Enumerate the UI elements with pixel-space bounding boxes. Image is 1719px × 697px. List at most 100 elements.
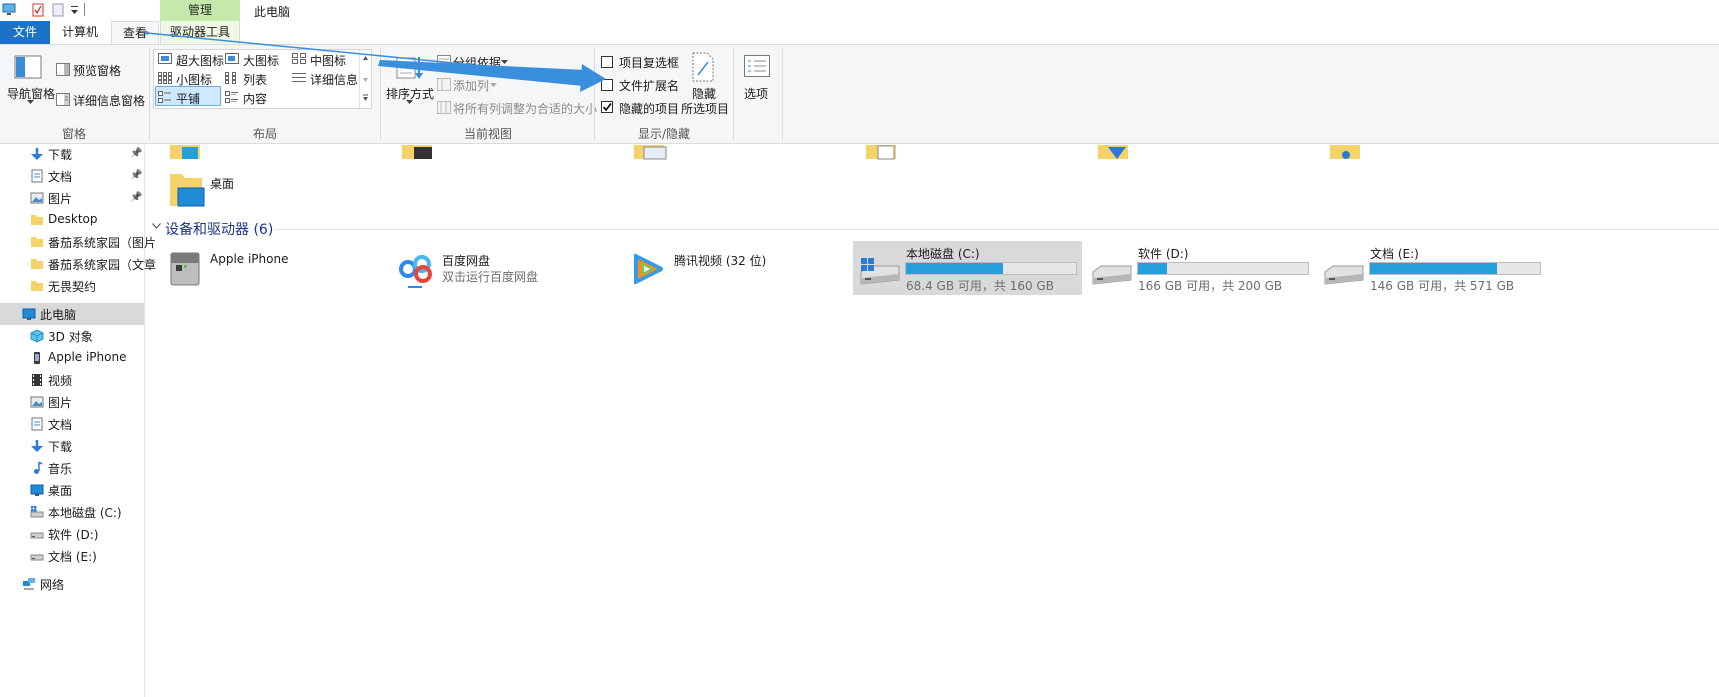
- nav-this-pc[interactable]: 此电脑: [0, 303, 144, 325]
- nav-pc-item[interactable]: 软件 (D:): [0, 523, 144, 545]
- preview-pane-button[interactable]: 预览窗格: [73, 62, 121, 79]
- item-checkboxes-checkbox[interactable]: [601, 56, 613, 68]
- desktop-folder-icon[interactable]: [168, 170, 206, 210]
- pictures-folder-icon[interactable]: [632, 145, 668, 161]
- drive-name[interactable]: 文档 (E:): [1370, 245, 1419, 262]
- nav-pc-item[interactable]: 本地磁盘 (C:): [0, 501, 144, 523]
- layout-list[interactable]: 列表: [243, 71, 267, 88]
- group-by-button[interactable]: 分组依据: [453, 54, 501, 71]
- customize-toolbar-icon[interactable]: [70, 4, 80, 16]
- drive-name[interactable]: 本地磁盘 (C:): [906, 245, 980, 262]
- content-icon: [225, 91, 241, 104]
- system-drive-icon[interactable]: [857, 256, 901, 288]
- music-folder-icon[interactable]: [1328, 145, 1364, 161]
- video-icon: [30, 373, 44, 387]
- nav-quick-item[interactable]: 无畏契约: [0, 275, 144, 297]
- nav-item-label: Apple iPhone: [48, 350, 127, 364]
- devices-group-header[interactable]: 设备和驱动器 (6): [165, 219, 273, 239]
- new-folder-icon[interactable]: [52, 3, 64, 17]
- desktop-folder-label[interactable]: 桌面: [210, 175, 234, 192]
- layout-tiles[interactable]: 平铺: [176, 90, 200, 107]
- phone-device-icon[interactable]: [168, 249, 202, 287]
- device-name-baidu-netdisk[interactable]: 百度网盘: [442, 252, 490, 269]
- group-header-line: [275, 229, 1719, 230]
- nav-pc-item[interactable]: 下载: [0, 435, 144, 457]
- nav-pc-item[interactable]: 文档 (E:): [0, 545, 144, 567]
- context-header: 管理: [160, 0, 240, 21]
- drive-usage-bar: [1369, 262, 1541, 275]
- nav-quick-item[interactable]: 番茄系统家园（文章: [0, 253, 156, 275]
- layout-small-icons[interactable]: 小图标: [176, 71, 212, 88]
- device-name-tencent-video[interactable]: 腾讯视频 (32 位): [674, 252, 766, 269]
- group-label-panes: 窗格: [62, 127, 87, 141]
- nav-quick-item[interactable]: 下载 📌: [0, 143, 144, 165]
- nav-pc-item[interactable]: 文档: [0, 413, 144, 435]
- documents-folder-icon[interactable]: [864, 145, 900, 161]
- layout-extra-large-icons[interactable]: 超大图标: [176, 52, 224, 69]
- group-label-current-view: 当前视图: [464, 127, 513, 141]
- navigation-pane-icon[interactable]: [14, 55, 42, 79]
- hard-drive-icon[interactable]: [1089, 256, 1133, 288]
- layout-details[interactable]: 详细信息: [310, 71, 358, 88]
- picture-icon: [30, 395, 44, 409]
- hide-selected-line2[interactable]: 所选项目: [681, 100, 729, 117]
- nav-item-label: 图片: [48, 192, 73, 206]
- drive-free-space: 146 GB 可用，共 571 GB: [1370, 279, 1515, 293]
- properties-icon[interactable]: [32, 3, 44, 17]
- video-folder-icon[interactable]: [400, 145, 436, 161]
- baidu-netdisk-icon[interactable]: [398, 252, 434, 290]
- layout-large-icons[interactable]: 大图标: [243, 52, 279, 69]
- details-pane-button[interactable]: 详细信息窗格: [73, 92, 145, 109]
- details-pane-icon: [56, 93, 70, 106]
- nav-quick-item[interactable]: Desktop: [0, 209, 144, 231]
- collapse-chevron-icon[interactable]: [152, 223, 161, 229]
- layout-content[interactable]: 内容: [243, 90, 267, 107]
- size-all-columns-button[interactable]: 将所有列调整为合适的大小: [453, 100, 597, 117]
- nav-pc-item[interactable]: 音乐: [0, 457, 144, 479]
- tab-view[interactable]: 查看: [111, 21, 159, 45]
- nav-pc-item[interactable]: 3D 对象: [0, 325, 144, 347]
- sort-by-icon: [396, 54, 424, 80]
- document-icon: [30, 417, 44, 431]
- options-button[interactable]: 选项: [744, 85, 768, 102]
- tab-drive-tools[interactable]: 驱动器工具: [160, 21, 240, 44]
- add-columns-button[interactable]: 添加列: [453, 77, 489, 94]
- drive-icon: [30, 527, 44, 541]
- hard-drive-icon[interactable]: [1321, 256, 1365, 288]
- file-extensions-checkbox[interactable]: [601, 79, 613, 91]
- music-icon: [30, 461, 44, 475]
- drive-name[interactable]: 软件 (D:): [1138, 245, 1188, 262]
- nav-pc-item[interactable]: Apple iPhone: [0, 347, 144, 369]
- nav-pc-item[interactable]: 桌面: [0, 479, 144, 501]
- chevron-down-icon: [501, 60, 508, 64]
- nav-quick-item[interactable]: 图片 📌: [0, 187, 144, 209]
- small-icons-icon: [158, 72, 174, 85]
- layout-medium-icons[interactable]: 中图标: [310, 52, 346, 69]
- computer-icon[interactable]: [2, 3, 16, 16]
- hidden-items-checkbox[interactable]: [601, 101, 613, 113]
- nav-network[interactable]: 网络: [0, 573, 144, 595]
- nav-item-label: 下载: [48, 148, 73, 162]
- tab-computer[interactable]: 计算机: [54, 21, 106, 44]
- options-icon: [744, 55, 770, 77]
- nav-pc-item[interactable]: 图片: [0, 391, 144, 413]
- desktop-icon: [22, 307, 36, 321]
- layout-gallery-scroll[interactable]: [359, 50, 371, 108]
- 3d-objects-folder-icon[interactable]: [168, 145, 204, 161]
- nav-item-label: 本地磁盘 (C:): [48, 506, 122, 520]
- large-icons-icon: [225, 53, 241, 66]
- downloads-folder-icon[interactable]: [1096, 145, 1132, 161]
- nav-quick-item[interactable]: 文档 📌: [0, 165, 144, 187]
- drive-usage-fill: [1370, 263, 1497, 274]
- medium-icons-icon: [292, 53, 308, 66]
- device-name-apple-iphone[interactable]: Apple iPhone: [210, 252, 288, 266]
- group-by-icon: [437, 55, 451, 68]
- drive-usage-fill: [1138, 263, 1167, 274]
- window-title: 此电脑: [254, 5, 291, 19]
- nav-pc-item[interactable]: 视频: [0, 369, 144, 391]
- nav-quick-item[interactable]: 番茄系统家园（图片: [0, 231, 156, 253]
- drive-free-space: 166 GB 可用，共 200 GB: [1138, 279, 1283, 293]
- chevron-down-icon: [27, 100, 34, 104]
- tencent-video-icon[interactable]: [630, 251, 666, 287]
- tab-file[interactable]: 文件: [0, 21, 50, 44]
